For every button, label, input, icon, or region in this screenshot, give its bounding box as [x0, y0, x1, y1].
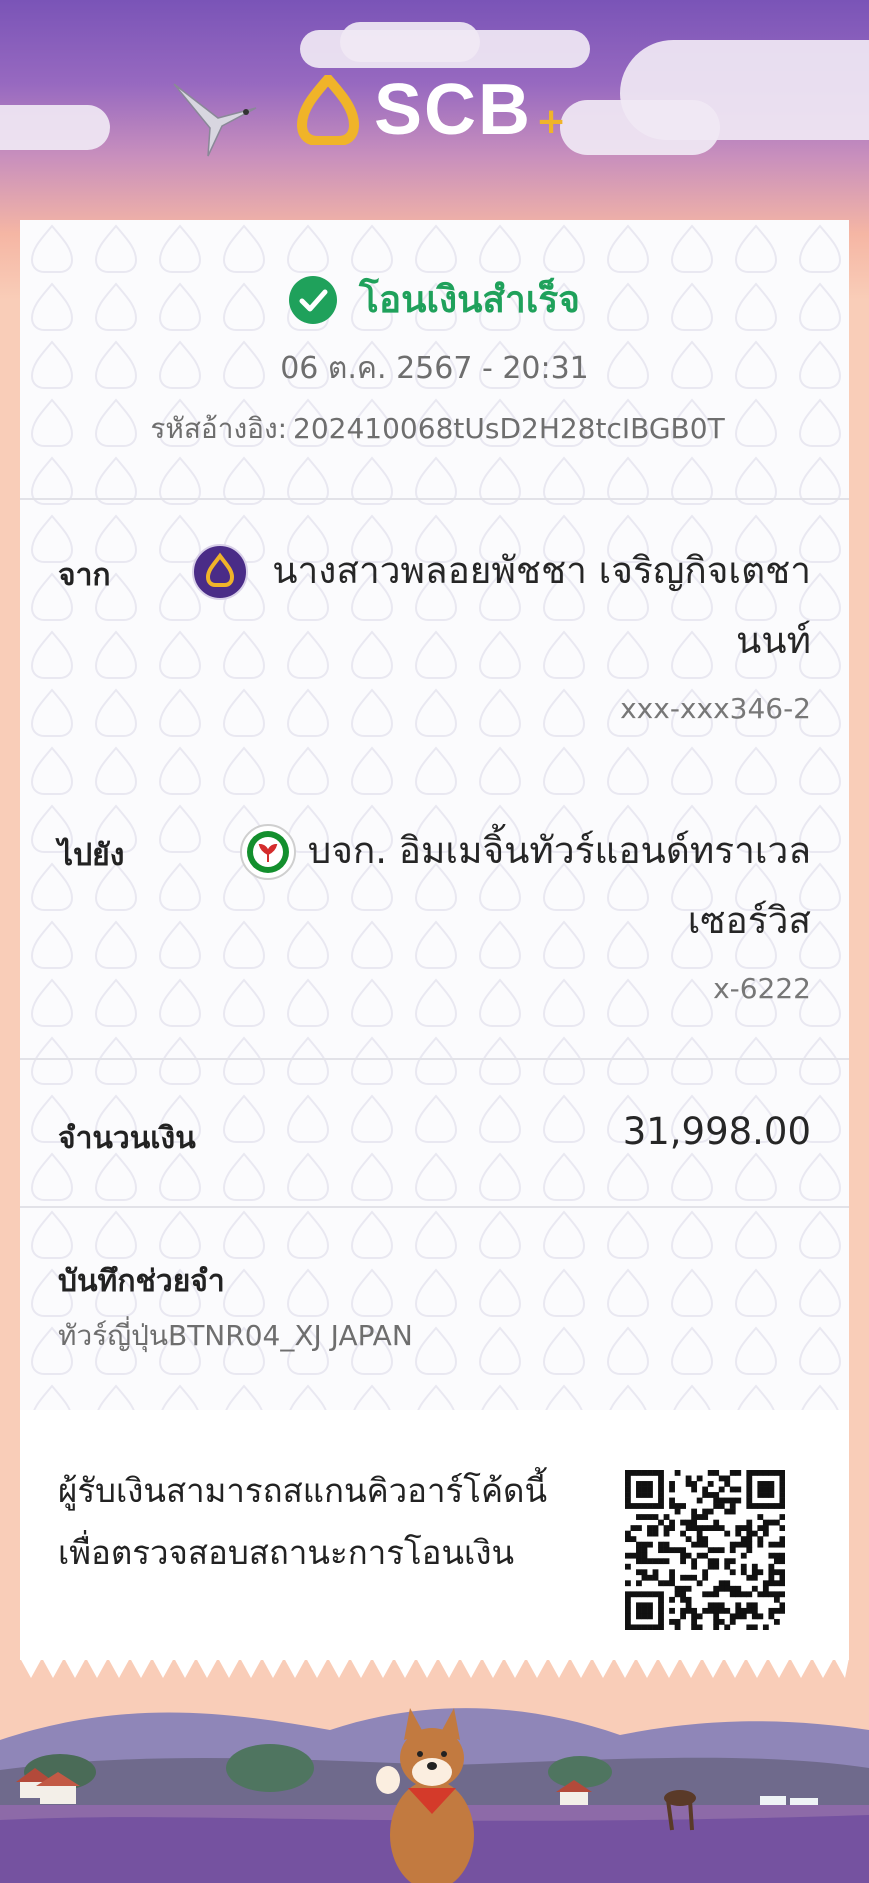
reference-value: 202410068tUsD2H28tcIBGB0T: [293, 412, 725, 445]
from-name: นางสาวพลอยพัชชา เจริญกิจเตชา นนท์: [251, 536, 811, 676]
qr-instructions-line2: เพื่อตรวจสอบสถานะการโอนเงิน: [58, 1533, 515, 1572]
bird-decoration: [173, 83, 257, 157]
receipt-torn-edge: [20, 1658, 849, 1678]
cloud-decoration: [560, 100, 720, 155]
status-row: โอนเงินสำเร็จ: [20, 270, 849, 329]
from-name-line1: นางสาวพลอยพัชชา เจริญกิจเตชา: [272, 549, 811, 592]
transaction-datetime: 06 ต.ค. 2567 - 20:31: [280, 351, 589, 386]
brand-plus: +: [536, 100, 567, 142]
reference-row: รหัสอ้างอิง: 202410068tUsD2H28tcIBGB0T: [20, 407, 849, 451]
cloud-decoration: [340, 22, 480, 62]
brand-name: SCB: [374, 70, 533, 150]
cloud-decoration: [0, 105, 110, 150]
to-name-line1: บจก. อิมเมจิ้นทัวร์แอนด์ทราเวล: [307, 829, 811, 872]
to-account: x-6222: [713, 972, 811, 1005]
to-name: บจก. อิมเมจิ้นทัวร์แอนด์ทราเวล เซอร์วิส: [291, 816, 811, 956]
reference-label: รหัสอ้างอิง:: [150, 412, 288, 445]
to-name-line2: เซอร์วิส: [687, 899, 811, 942]
amount-label: จำนวนเงิน: [58, 1121, 196, 1156]
from-name-line2: นนท์: [736, 619, 811, 662]
memo-label: บันทึกช่วยจำ: [58, 1264, 225, 1299]
background-pattern: [20, 220, 849, 1410]
kbank-logo-icon: [240, 824, 296, 880]
landscape-illustration: [0, 1680, 869, 1883]
scb-logo: SCB +: [296, 70, 566, 150]
qr-code: [625, 1470, 785, 1630]
receipt-card: โอนเงินสำเร็จ 06 ต.ค. 2567 - 20:31 รหัสอ…: [20, 220, 849, 1660]
qr-instructions-line1: ผู้รับเงินสามารถสแกนคิวอาร์โค้ดนี้: [58, 1471, 548, 1510]
divider: [20, 498, 849, 500]
status-text: โอนเงินสำเร็จ: [359, 278, 580, 321]
divider: [20, 1206, 849, 1208]
from-label: จาก: [58, 558, 111, 593]
from-account: xxx-xxx346-2: [620, 692, 811, 725]
amount-value: 31,998.00: [622, 1110, 811, 1153]
memo-value: ทัวร์ญี่ปุ่นBTNR04_XJ JAPAN: [58, 1319, 413, 1352]
qr-instructions: ผู้รับเงินสามารถสแกนคิวอาร์โค้ดนี้ เพื่อ…: [58, 1460, 547, 1584]
to-label: ไปยัง: [58, 838, 125, 873]
scb-bell-icon: [296, 75, 360, 145]
scb-logo-icon: [192, 544, 248, 600]
divider: [20, 1058, 849, 1060]
check-circle-icon: [289, 275, 338, 324]
